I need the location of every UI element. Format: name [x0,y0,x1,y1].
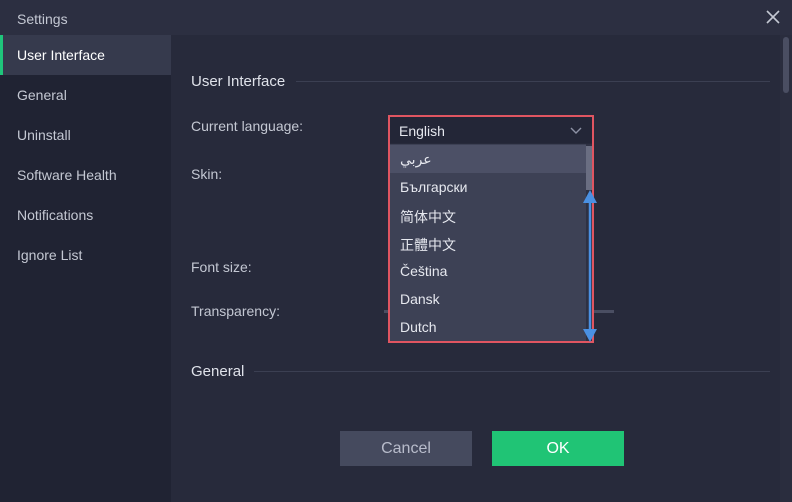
language-option[interactable]: Čeština [390,257,586,285]
panel-scrollbar[interactable] [780,35,792,502]
language-option-label: 正體中文 [400,237,456,253]
panel-scrollbar-thumb[interactable] [783,37,789,93]
language-option[interactable]: Български [390,173,586,201]
language-selected-value: English [399,123,445,139]
sidebar-item-label: Ignore List [17,247,83,263]
section-title-user-interface: User Interface [191,73,286,90]
section-title-general: General [191,363,245,380]
close-icon [766,10,780,24]
title-bar: Settings [0,0,792,35]
language-option[interactable]: عربي [390,145,586,173]
sidebar-item-notifications[interactable]: Notifications [0,195,171,235]
sidebar-item-software-health[interactable]: Software Health [0,155,171,195]
sidebar-item-uninstall[interactable]: Uninstall [0,115,171,155]
language-option[interactable]: 简体中文 [390,201,586,229]
language-option-label: Български [400,179,468,195]
sidebar-item-user-interface[interactable]: User Interface [0,35,171,75]
sidebar-item-label: Notifications [17,207,94,223]
sidebar-item-label: Software Health [17,167,117,183]
sidebar-item-general[interactable]: General [0,75,171,115]
language-option-label: Dutch [400,319,437,335]
ok-button-label: OK [546,440,570,457]
language-option-label: Čeština [400,263,448,279]
transparency-label: Transparency: [191,303,280,319]
skin-label: Skin: [191,166,223,182]
language-list-scrollbar[interactable] [586,144,592,341]
sidebar-item-label: General [17,87,67,103]
language-select[interactable]: English [390,117,592,143]
language-option-label: 简体中文 [400,209,456,225]
close-button[interactable] [764,8,782,26]
language-option[interactable]: Dutch [390,313,586,341]
section-divider [296,81,770,82]
sidebar: User Interface General Uninstall Softwar… [0,35,171,502]
sidebar-item-label: User Interface [17,47,105,63]
section-divider [254,371,770,372]
font-size-label: Font size: [191,259,252,275]
current-language-label: Current language: [191,118,304,134]
language-option[interactable]: Dansk [390,285,586,313]
cancel-button-label: Cancel [381,440,431,457]
sidebar-item-label: Uninstall [17,127,71,143]
window-title: Settings [17,11,68,27]
language-option-label: Dansk [400,291,440,307]
language-option-label: عربي [400,151,432,167]
cancel-button[interactable]: Cancel [340,431,472,466]
language-list-scrollbar-thumb[interactable] [586,146,592,190]
sidebar-item-ignore-list[interactable]: Ignore List [0,235,171,275]
ok-button[interactable]: OK [492,431,624,466]
chevron-down-icon [570,127,582,134]
language-list: عربي Български 简体中文 正體中文 Čeština Dansk D… [390,144,586,341]
language-option[interactable]: 正體中文 [390,229,586,257]
